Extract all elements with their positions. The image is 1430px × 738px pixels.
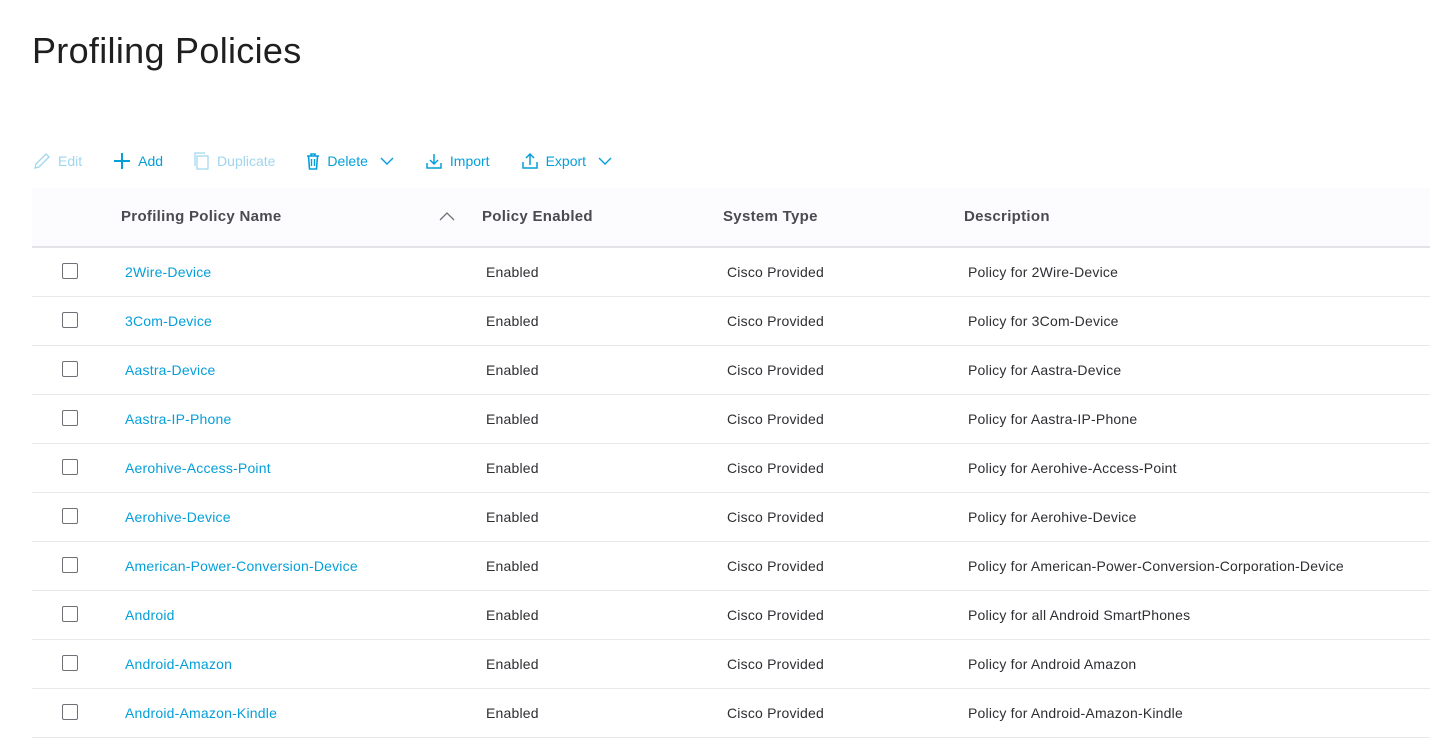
import-label: Import	[449, 153, 490, 169]
policy-name-link[interactable]: Android-Amazon	[125, 656, 232, 672]
policy-name-link[interactable]: Aerohive-Access-Point	[125, 460, 271, 476]
column-header-system-type[interactable]: System Type	[723, 208, 818, 225]
row-checkbox[interactable]	[62, 606, 78, 622]
system-type: Cisco Provided	[727, 509, 824, 525]
toolbar: Edit Add Duplicate Delete Import Export	[32, 148, 642, 174]
system-type: Cisco Provided	[727, 558, 824, 574]
table-row[interactable]: American-Power-Conversion-Device Enabled C…	[32, 542, 1430, 591]
system-type: Cisco Provided	[727, 656, 824, 672]
system-type: Cisco Provided	[727, 313, 824, 329]
policy-description: Policy for Aerohive-Access-Point	[968, 460, 1177, 476]
system-type: Cisco Provided	[727, 362, 824, 378]
add-label: Add	[138, 153, 164, 169]
pencil-icon	[34, 153, 50, 169]
system-type: Cisco Provided	[727, 607, 824, 623]
system-type: Cisco Provided	[727, 705, 824, 721]
page-title: Profiling Policies	[32, 30, 302, 71]
policy-description: Policy for Aerohive-Device	[968, 509, 1137, 525]
table-row[interactable]: Android-Amazon Enabled Cisco Provided Polic…	[32, 640, 1430, 689]
duplicate-label: Duplicate	[217, 153, 276, 169]
export-label: Export	[545, 153, 587, 169]
export-button[interactable]: Export	[520, 151, 612, 171]
sort-ascending-icon[interactable]	[439, 210, 455, 222]
table-body: 2Wire-Device Enabled Cisco Provided Policy …	[32, 248, 1430, 738]
table-row[interactable]: 3Com-Device Enabled Cisco Provided Policy f…	[32, 297, 1430, 346]
policy-description: Policy for Android Amazon	[968, 656, 1137, 672]
policy-description: Policy for Aastra-IP-Phone	[968, 411, 1138, 427]
chevron-down-icon	[598, 157, 612, 165]
policy-description: Policy for Android-Amazon-Kindle	[968, 705, 1183, 721]
delete-button[interactable]: Delete	[305, 151, 394, 171]
system-type: Cisco Provided	[727, 264, 824, 280]
table-row[interactable]: Android-Amazon-Kindle Enabled Cisco Provid…	[32, 689, 1430, 738]
policy-enabled: Enabled	[486, 313, 539, 329]
policy-enabled: Enabled	[486, 705, 539, 721]
row-checkbox[interactable]	[62, 361, 78, 377]
profiling-policies-table: Profiling Policy Name Policy Enabled Sys…	[32, 188, 1430, 738]
table-row[interactable]: Android Enabled Cisco Provided Policy for a…	[32, 591, 1430, 640]
policy-enabled: Enabled	[486, 607, 539, 623]
duplicate-button[interactable]: Duplicate	[193, 151, 275, 171]
table-row[interactable]: Aastra-Device Enabled Cisco Provided Policy…	[32, 346, 1430, 395]
table-row[interactable]: 2Wire-Device Enabled Cisco Provided Policy …	[32, 248, 1430, 297]
policy-enabled: Enabled	[486, 264, 539, 280]
policy-description: Policy for 2Wire-Device	[968, 264, 1119, 280]
policy-name-link[interactable]: American-Power-Conversion-Device	[125, 558, 358, 574]
edit-button[interactable]: Edit	[32, 151, 82, 171]
policy-enabled: Enabled	[486, 558, 539, 574]
policy-name-link[interactable]: Aastra-Device	[125, 362, 216, 378]
policy-description: Policy for Aastra-Device	[968, 362, 1122, 378]
table-row[interactable]: Aerohive-Device Enabled Cisco Provided Poli…	[32, 493, 1430, 542]
policy-description: Policy for 3Com-Device	[968, 313, 1119, 329]
system-type: Cisco Provided	[727, 411, 824, 427]
delete-label: Delete	[327, 153, 368, 169]
policy-description: Policy for American-Power-Conversion-Cor…	[968, 558, 1344, 574]
column-header-enabled[interactable]: Policy Enabled	[482, 208, 593, 225]
table-header: Profiling Policy Name Policy Enabled Sys…	[32, 188, 1430, 248]
row-checkbox[interactable]	[62, 704, 78, 720]
policy-enabled: Enabled	[486, 362, 539, 378]
policy-enabled: Enabled	[486, 411, 539, 427]
import-button[interactable]: Import	[424, 151, 490, 171]
table-row[interactable]: Aerohive-Access-Point Enabled Cisco Provid…	[32, 444, 1430, 493]
trash-icon	[307, 153, 320, 170]
column-header-name[interactable]: Profiling Policy Name	[121, 208, 282, 225]
policy-enabled: Enabled	[486, 509, 539, 525]
table-row[interactable]: Aastra-IP-Phone Enabled Cisco Provided Poli…	[32, 395, 1430, 444]
row-checkbox[interactable]	[62, 557, 78, 573]
plus-icon	[114, 153, 131, 169]
row-checkbox[interactable]	[62, 459, 78, 475]
copy-icon	[194, 152, 209, 170]
system-type: Cisco Provided	[727, 460, 824, 476]
policy-name-link[interactable]: Aastra-IP-Phone	[125, 411, 232, 427]
import-icon	[426, 154, 442, 169]
row-checkbox[interactable]	[62, 655, 78, 671]
policy-name-link[interactable]: 3Com-Device	[125, 313, 212, 329]
policy-name-link[interactable]: 2Wire-Device	[125, 264, 211, 280]
column-header-description[interactable]: Description	[964, 208, 1050, 225]
export-icon	[521, 152, 538, 169]
row-checkbox[interactable]	[62, 263, 78, 279]
policy-description: Policy for all Android SmartPhones	[968, 607, 1191, 623]
policy-name-link[interactable]: Android	[125, 607, 175, 623]
row-checkbox[interactable]	[62, 410, 78, 426]
policy-name-link[interactable]: Aerohive-Device	[125, 509, 231, 525]
add-button[interactable]: Add	[112, 151, 163, 171]
row-checkbox[interactable]	[62, 508, 78, 524]
policy-enabled: Enabled	[486, 656, 539, 672]
row-checkbox[interactable]	[62, 312, 78, 328]
policy-name-link[interactable]: Android-Amazon-Kindle	[125, 705, 277, 721]
edit-label: Edit	[58, 153, 83, 169]
chevron-down-icon	[380, 157, 394, 165]
policy-enabled: Enabled	[486, 460, 539, 476]
